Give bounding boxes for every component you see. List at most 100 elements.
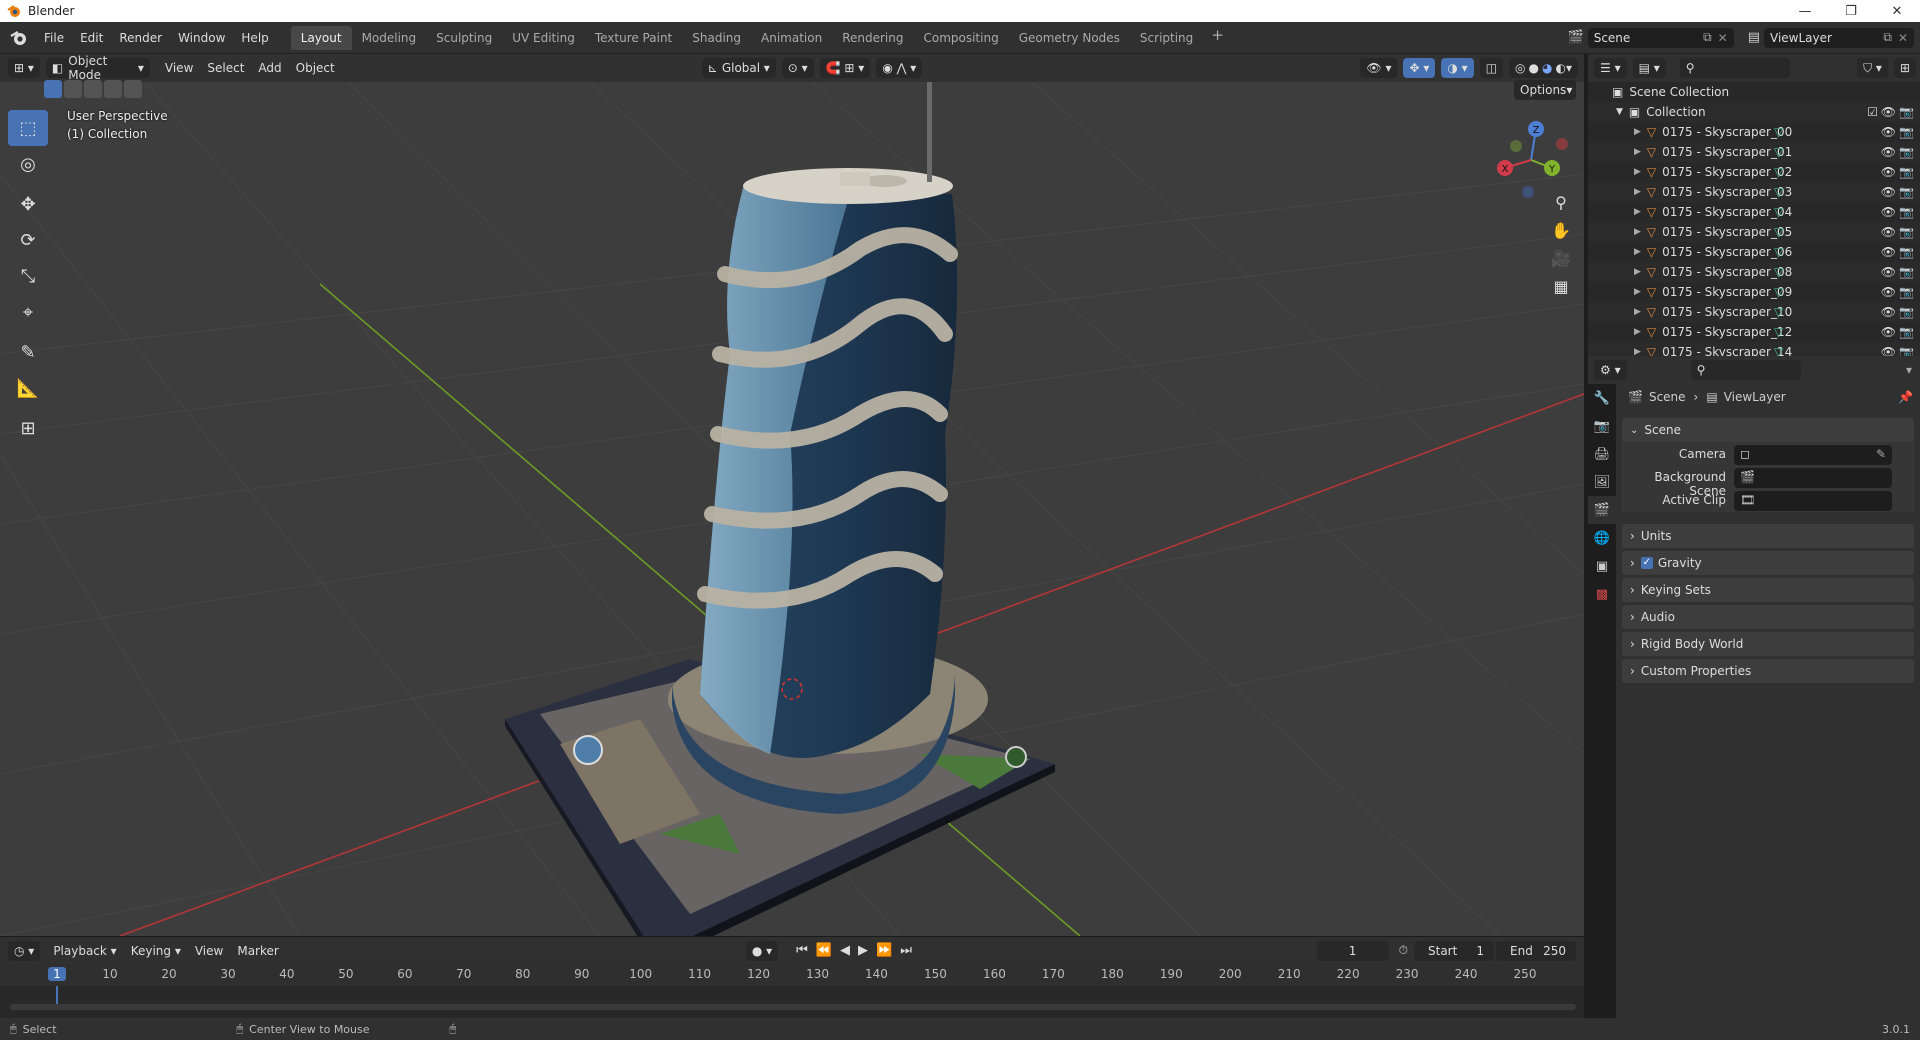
transform-tool-icon[interactable]: ⌖: [8, 294, 48, 330]
eye-icon[interactable]: 👁: [1881, 105, 1896, 119]
select-box-tool-icon[interactable]: ⬚: [8, 110, 48, 146]
tool-tab-icon[interactable]: 🔧: [1588, 384, 1616, 412]
measure-tool-icon[interactable]: 📐: [8, 370, 48, 406]
select-subtract-icon[interactable]: [84, 80, 102, 98]
outliner-search-input[interactable]: ⚲: [1679, 58, 1790, 78]
eye-icon[interactable]: 👁: [1881, 265, 1896, 279]
mesh-data-icon[interactable]: ▽: [1774, 245, 1783, 259]
editor-type-button[interactable]: ⊞ ▾: [8, 58, 40, 78]
camera-render-icon[interactable]: 📷: [1899, 305, 1914, 319]
camera-render-icon[interactable]: 📷: [1899, 185, 1914, 199]
outliner-item[interactable]: ▶ ▽ 0175 - Skyscraper_12 ▽ 👁 📷: [1588, 322, 1920, 342]
menu-add[interactable]: Add: [251, 61, 288, 75]
perspective-grid-icon[interactable]: ▦: [1545, 272, 1577, 300]
eye-icon[interactable]: 👁: [1881, 245, 1896, 259]
audio-panel-header[interactable]: › Audio: [1622, 605, 1914, 629]
chevron-down-icon[interactable]: ▾: [1906, 363, 1912, 377]
chevron-right-icon[interactable]: ▶: [1634, 267, 1641, 277]
outliner-item[interactable]: ▶ ▽ 0175 - Skyscraper_02 ▽ 👁 📷: [1588, 162, 1920, 182]
tab-sculpting[interactable]: Sculpting: [426, 26, 502, 50]
options-dropdown[interactable]: Options ▾: [1514, 80, 1576, 100]
camera-render-icon[interactable]: 📷: [1899, 265, 1914, 279]
render-tab-icon[interactable]: 📷: [1588, 412, 1616, 440]
jump-keyframe-back-icon[interactable]: ⏪: [816, 943, 832, 958]
mesh-data-icon[interactable]: ▽: [1774, 205, 1783, 219]
active-clip-field[interactable]: 🎞: [1734, 491, 1892, 511]
tab-animation[interactable]: Animation: [751, 26, 832, 50]
start-frame-field[interactable]: Start 1: [1414, 940, 1494, 961]
gizmo-toggle-button[interactable]: ✥ ▾: [1403, 58, 1436, 78]
zoom-icon[interactable]: ⚲: [1545, 188, 1577, 216]
snap-button[interactable]: 🧲 ⊞ ▾: [819, 58, 871, 78]
select-invert-icon[interactable]: [104, 80, 122, 98]
camera-render-icon[interactable]: 📷: [1899, 165, 1914, 179]
outliner-item[interactable]: ▶ ▽ 0175 - Skyscraper_09 ▽ 👁 📷: [1588, 282, 1920, 302]
chevron-right-icon[interactable]: ▶: [1634, 287, 1641, 297]
play-reverse-icon[interactable]: ◀: [840, 943, 850, 958]
timeline-editor-type-button[interactable]: ◷ ▾: [8, 940, 41, 961]
visibility-button[interactable]: 👁 ▾: [1360, 58, 1398, 78]
eye-icon[interactable]: 👁: [1881, 205, 1896, 219]
rotate-tool-icon[interactable]: ⟳: [8, 222, 48, 258]
outliner-item[interactable]: ▶ ▽ 0175 - Skyscraper_06 ▽ 👁 📷: [1588, 242, 1920, 262]
menu-edit[interactable]: Edit: [72, 31, 111, 45]
eye-icon[interactable]: 👁: [1881, 185, 1896, 199]
stopwatch-icon[interactable]: ⏱: [1399, 943, 1408, 958]
scene-panel-header[interactable]: ⌄ Scene: [1622, 418, 1914, 442]
keying-sets-panel-header[interactable]: › Keying Sets: [1622, 578, 1914, 602]
mesh-data-icon[interactable]: ▽: [1774, 125, 1783, 139]
maximize-button[interactable]: ❐: [1828, 4, 1874, 19]
tab-compositing[interactable]: Compositing: [913, 26, 1008, 50]
viewport-scene[interactable]: [0, 54, 1584, 936]
camera-render-icon[interactable]: 📷: [1899, 145, 1914, 159]
mesh-data-icon[interactable]: ▽: [1774, 225, 1783, 239]
rigid-body-world-panel-header[interactable]: › Rigid Body World: [1622, 632, 1914, 656]
camera-render-icon[interactable]: 📷: [1899, 285, 1914, 299]
close-button[interactable]: ✕: [1874, 4, 1920, 19]
scene-tab-icon[interactable]: 🎬: [1588, 496, 1616, 524]
outliner-item[interactable]: ▶ ▽ 0175 - Skyscraper_04 ▽ 👁 📷: [1588, 202, 1920, 222]
scene-collection-row[interactable]: ▣ Scene Collection: [1588, 82, 1920, 102]
mesh-data-icon[interactable]: ▽: [1774, 325, 1783, 339]
copy-viewlayer-icon[interactable]: ⧉: [1883, 30, 1892, 45]
outliner-editor-type-button[interactable]: ☰ ▾: [1594, 58, 1627, 78]
end-frame-field[interactable]: End 250: [1496, 940, 1576, 961]
pin-icon[interactable]: 📌: [1898, 390, 1913, 404]
mesh-data-icon[interactable]: ▽: [1774, 285, 1783, 299]
copy-scene-icon[interactable]: ⧉: [1703, 30, 1712, 45]
tab-rendering[interactable]: Rendering: [832, 26, 913, 50]
chevron-right-icon[interactable]: ▶: [1634, 127, 1641, 137]
tab-shading[interactable]: Shading: [682, 26, 751, 50]
mesh-data-icon[interactable]: ▽: [1774, 305, 1783, 319]
shading-modes[interactable]: ◎ ● ◕ ◐ ▾: [1509, 58, 1578, 78]
world-tab-icon[interactable]: 🌐: [1588, 524, 1616, 552]
timeline-scrollbar[interactable]: [10, 1004, 1576, 1010]
tab-texture-paint[interactable]: Texture Paint: [585, 26, 682, 50]
filter-button[interactable]: ⛉ ▾: [1857, 58, 1888, 78]
chevron-right-icon[interactable]: ▶: [1634, 227, 1641, 237]
properties-search-input[interactable]: ⚲: [1690, 360, 1801, 380]
camera-render-icon[interactable]: 📷: [1899, 105, 1914, 119]
collection-tab-icon[interactable]: ▣: [1588, 552, 1616, 580]
viewlayer-icon[interactable]: ▤: [1748, 30, 1760, 45]
xray-toggle-button[interactable]: ◫: [1479, 58, 1504, 78]
tab-scripting[interactable]: Scripting: [1130, 26, 1203, 50]
timeline-area[interactable]: 1 10 20 30 40 50 60 70 80 90 100 110 120 130 140 150 160…: [0, 964, 1584, 1018]
view-layer-tab-icon[interactable]: 🖼: [1588, 468, 1616, 496]
camera-field[interactable]: ◻ ✎: [1734, 445, 1892, 465]
camera-render-icon[interactable]: 📷: [1899, 225, 1914, 239]
play-icon[interactable]: ▶: [858, 943, 868, 958]
add-cube-tool-icon[interactable]: ⊞: [8, 410, 48, 446]
camera-render-icon[interactable]: 📷: [1899, 125, 1914, 139]
chevron-right-icon[interactable]: ▶: [1634, 207, 1641, 217]
mesh-data-icon[interactable]: ▽: [1774, 265, 1783, 279]
output-tab-icon[interactable]: 🖨: [1588, 440, 1616, 468]
eye-icon[interactable]: 👁: [1881, 225, 1896, 239]
pivot-point-button[interactable]: ⊙ ▾: [781, 58, 814, 78]
outliner-item[interactable]: ▶ ▽ 0175 - Skyscraper_10 ▽ 👁 📷: [1588, 302, 1920, 322]
exclude-checkbox-icon[interactable]: ☑: [1867, 105, 1878, 119]
select-intersect-icon[interactable]: [124, 80, 142, 98]
remove-scene-icon[interactable]: ✕: [1718, 31, 1728, 45]
menu-select[interactable]: Select: [200, 61, 251, 75]
remove-viewlayer-icon[interactable]: ✕: [1898, 31, 1908, 45]
